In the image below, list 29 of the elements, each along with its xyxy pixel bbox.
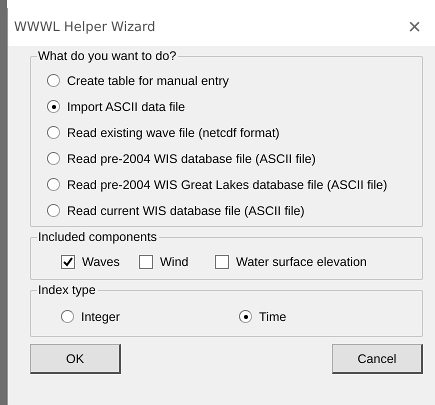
window-title: WWWL Helper Wizard — [14, 20, 156, 34]
option-label: Read current WIS database file (ASCII file) — [67, 204, 305, 218]
radio-button[interactable] — [239, 310, 252, 323]
cancel-button[interactable]: Cancel — [332, 344, 423, 374]
option-label: Import ASCII data file — [67, 100, 186, 114]
option-label: Read pre-2004 WIS Great Lakes database file (ASCII file) — [67, 178, 388, 192]
radio-button[interactable] — [47, 74, 60, 87]
group-title: What do you want to do? — [37, 49, 178, 64]
checkbox[interactable] — [215, 254, 229, 268]
group-title: Included components — [37, 230, 159, 245]
ok-button[interactable]: OK — [30, 344, 121, 374]
option-label: Integer — [81, 310, 120, 324]
radio-button[interactable] — [47, 178, 60, 191]
checkbox-label: Wind — [160, 254, 188, 268]
checkbox[interactable] — [139, 254, 153, 268]
checkbox-label: Water surface elevation — [236, 254, 367, 268]
option-label: Create table for manual entry — [67, 74, 229, 88]
radio-button[interactable] — [61, 310, 74, 323]
radio-button[interactable] — [47, 152, 60, 165]
radio-button[interactable] — [47, 204, 60, 217]
option-label: Time — [259, 310, 286, 324]
group-title: Index type — [37, 283, 98, 298]
radio-button[interactable] — [47, 126, 60, 139]
close-icon[interactable]: × — [408, 16, 421, 38]
checkbox-label: Waves — [82, 254, 120, 268]
option-label: Read pre-2004 WIS database file (ASCII file) — [67, 152, 316, 166]
checkbox[interactable] — [61, 254, 75, 268]
option-label: Read existing wave file (netcdf format) — [67, 126, 280, 140]
radio-button[interactable] — [47, 100, 60, 113]
